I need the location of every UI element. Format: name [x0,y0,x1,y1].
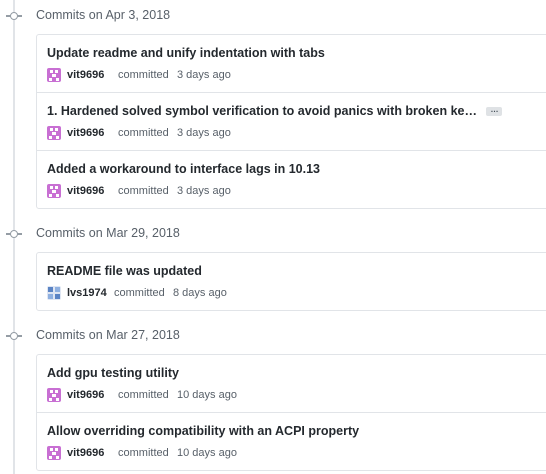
git-commit-icon [6,331,22,341]
group-header: Commits on Apr 3, 2018 [0,6,546,26]
commit-action: committed [114,287,165,299]
commit-title-link[interactable]: Allow overriding compatibility with an A… [47,424,359,438]
commit-action: committed [118,185,169,197]
commit-action: committed [118,447,169,459]
author-link[interactable]: vit9696 [67,69,104,81]
commit-list: README file was updated lvs1974 committe… [36,252,546,311]
relative-time: 3 days ago [177,185,231,197]
lvs1974-avatar[interactable] [47,286,61,300]
group-title: Commits on Mar 27, 2018 [36,328,180,342]
relative-time: 10 days ago [177,389,237,401]
commit-row: Add gpu testing utility vit9696 committe… [37,355,546,412]
author-link[interactable]: vit9696 [67,127,104,139]
relative-time: 8 days ago [173,287,227,299]
commit-title-link[interactable]: Update readme and unify indentation with… [47,46,325,60]
vit9696-avatar[interactable] [47,126,61,140]
commit-row: README file was updated lvs1974 committe… [37,253,546,310]
commit-row: 1. Hardened solved symbol verification t… [37,92,546,150]
commit-list: Update readme and unify indentation with… [36,34,546,209]
commit-action: committed [118,127,169,139]
commit-action: committed [118,389,169,401]
commit-row: Update readme and unify indentation with… [37,35,546,92]
relative-time: 3 days ago [177,69,231,81]
vit9696-avatar[interactable] [47,68,61,82]
group-header: Commits on Mar 29, 2018 [0,224,546,244]
git-commit-icon [6,11,22,21]
author-link[interactable]: vit9696 [67,447,104,459]
vit9696-avatar[interactable] [47,446,61,460]
relative-time: 10 days ago [177,447,237,459]
commit-title-link[interactable]: 1. Hardened solved symbol verification t… [47,104,503,118]
commit-row: Added a workaround to interface lags in … [37,150,546,208]
author-link[interactable]: lvs1974 [67,287,107,299]
vit9696-avatar[interactable] [47,184,61,198]
author-link[interactable]: vit9696 [67,389,104,401]
group-title: Commits on Apr 3, 2018 [36,8,171,22]
commit-row: Allow overriding compatibility with an A… [37,412,546,470]
relative-time: 3 days ago [177,127,231,139]
group-title: Commits on Mar 29, 2018 [36,226,180,240]
commit-title-link[interactable]: Add gpu testing utility [47,366,179,380]
commit-action: committed [118,69,169,81]
vit9696-avatar[interactable] [47,388,61,402]
group-header: Commits on Mar 27, 2018 [0,326,546,346]
commit-title-link[interactable]: README file was updated [47,264,202,278]
commit-title-text[interactable]: 1. Hardened solved symbol verification t… [47,104,477,118]
commit-title-link[interactable]: Added a workaround to interface lags in … [47,162,320,176]
commit-list: Add gpu testing utility vit9696 committe… [36,354,546,471]
git-commit-icon [6,229,22,239]
author-link[interactable]: vit9696 [67,185,104,197]
expand-message-button[interactable]: … [486,106,503,117]
